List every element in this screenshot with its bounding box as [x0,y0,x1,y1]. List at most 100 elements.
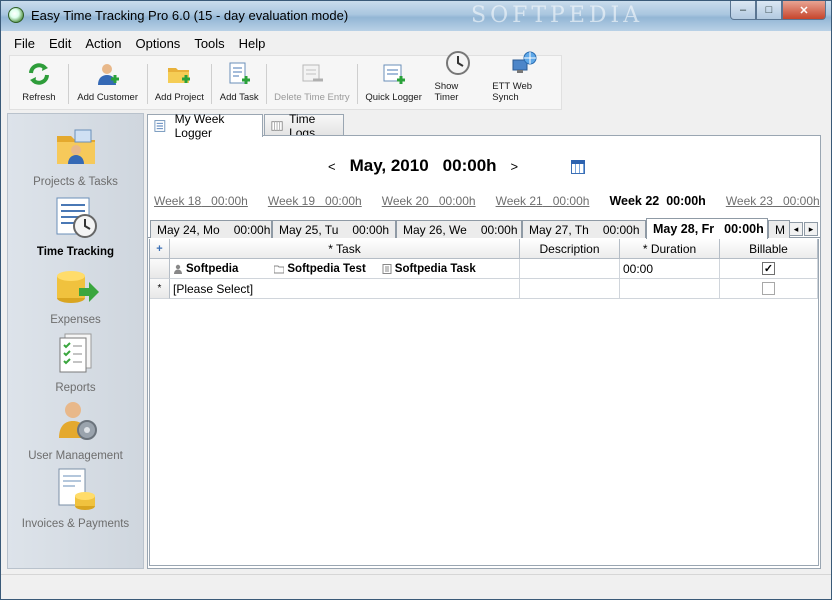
nav-reports[interactable]: Reports [8,330,143,394]
week-link[interactable]: Week 19 00:00h [268,194,362,208]
nav-invoices-payments[interactable]: Invoices & Payments [8,466,143,530]
grid-header: + * Task Description * Duration Billable [150,239,818,259]
nav-user-management[interactable]: User Management [8,398,143,462]
day-tab[interactable]: May 26, We 00:00h [396,220,522,238]
week-link[interactable]: Week 18 00:00h [154,194,248,208]
quick-logger-button[interactable]: Quick Logger [358,56,430,109]
close-button[interactable]: ✕ [782,1,826,20]
duration-cell[interactable]: 00:00 [620,259,720,279]
reports-icon [53,330,99,376]
title-bar[interactable]: Easy Time Tracking Pro 6.0 (15 - day eva… [1,1,831,31]
previous-month-button[interactable]: < [328,159,336,174]
table-row[interactable]: Softpedia Softpedia Test Softpedia Task … [150,259,818,279]
task-select-cell[interactable]: [Please Select] [170,279,520,299]
refresh-button[interactable]: Refresh [10,56,68,109]
app-window: Easy Time Tracking Pro 6.0 (15 - day eva… [0,0,832,600]
column-duration[interactable]: * Duration [620,239,720,259]
minimize-button[interactable]: – [730,1,756,20]
calendar-icon[interactable] [571,160,585,174]
project-value: Softpedia Test [274,263,366,275]
week-link[interactable]: Week 20 00:00h [382,194,476,208]
next-month-button[interactable]: > [511,159,519,174]
window-title: Easy Time Tracking Pro 6.0 (15 - day eva… [31,8,349,23]
nav-invoices-payments-label: Invoices & Payments [21,518,130,530]
column-billable[interactable]: Billable [720,239,818,259]
billable-checkbox-checked[interactable]: ✓ [762,262,775,275]
customer-icon [174,264,182,274]
week-link[interactable]: Week 21 00:00h [496,194,590,208]
billable-checkbox-unchecked[interactable] [762,282,775,295]
add-task-button[interactable]: Add Task [212,56,266,109]
refresh-label: Refresh [22,92,56,103]
tab-my-week-logger[interactable]: My Week Logger [147,112,263,140]
week-logger-icon [154,120,166,132]
scroll-left-button[interactable]: ◂ [789,222,803,236]
menu-bar: File Edit Action Options Tools Help [7,32,827,54]
month-label: May, 2010 [349,156,429,175]
tab-my-week-logger-label: My Week Logger [174,112,225,140]
day-tab[interactable]: M [768,220,790,238]
nav-expenses[interactable]: Expenses [8,262,143,326]
ett-web-synch-button[interactable]: ETT Web Synch [487,51,561,109]
menu-edit[interactable]: Edit [42,36,78,51]
menu-tools[interactable]: Tools [187,36,231,51]
duration-cell[interactable] [620,279,720,299]
grid-corner-icon[interactable]: + [150,239,170,259]
week-logger-panel: < May, 2010 00:00h > Week 18 00:00h Week… [147,135,821,569]
week-link[interactable]: Week 23 00:00h [726,194,820,208]
table-row-new[interactable]: * [Please Select] [150,279,818,299]
nav-time-tracking[interactable]: Time Tracking [8,194,143,258]
expenses-coins-icon [53,262,99,308]
projects-folder-icon [53,124,99,170]
month-total-time: 00:00h [442,156,497,175]
nav-reports-label: Reports [55,382,96,394]
nav-user-management-label: User Management [28,450,123,462]
quick-logger-icon [381,61,407,87]
project-folder-icon [274,265,285,273]
nav-projects-tasks[interactable]: Projects & Tasks [8,124,143,188]
description-cell[interactable] [520,279,620,299]
add-customer-icon [95,61,121,87]
time-logs-icon [271,120,283,131]
day-tab-active[interactable]: May 28, Fr 00:00h [646,218,768,239]
add-project-label: Add Project [154,92,204,103]
ett-web-synch-label: ETT Web Synch [492,81,533,103]
billable-cell[interactable]: ✓ [720,259,818,279]
nav-projects-tasks-label: Projects & Tasks [33,176,118,188]
billable-cell[interactable] [720,279,818,299]
tab-time-logs[interactable]: Time Logs [264,112,344,140]
menu-file[interactable]: File [7,36,42,51]
delete-entry-icon [299,61,325,87]
show-timer-button[interactable]: Show Timer [429,51,487,109]
column-description[interactable]: Description [520,239,620,259]
menu-help[interactable]: Help [232,36,273,51]
menu-options[interactable]: Options [129,36,188,51]
refresh-icon [26,61,52,87]
day-tab[interactable]: May 27, Th 00:00h [522,220,646,238]
add-customer-label: Add Customer [77,92,139,103]
time-tracking-icon [53,194,99,240]
day-tab[interactable]: May 25, Tu 00:00h [272,220,396,238]
task-cell[interactable]: Softpedia Softpedia Test Softpedia Task [170,259,520,279]
week-selector: Week 18 00:00h Week 19 00:00h Week 20 00… [154,194,832,208]
add-project-button[interactable]: Add Project [148,56,212,109]
maximize-button[interactable]: □ [756,1,782,20]
week-link-current[interactable]: Week 22 00:00h [609,194,705,208]
day-tabs: May 24, Mo 00:00h May 25, Tu 00:00h May 26… [148,218,820,239]
menu-action[interactable]: Action [78,36,128,51]
nav-expenses-label: Expenses [50,314,101,326]
row-header[interactable] [150,259,170,279]
scroll-right-button[interactable]: ▸ [804,222,818,236]
column-task[interactable]: * Task [170,239,520,259]
status-bar [1,574,831,599]
nav-time-tracking-label: Time Tracking [36,246,115,258]
task-value: Softpedia Task [382,263,476,275]
new-row-marker[interactable]: * [150,279,170,299]
month-navigator: < May, 2010 00:00h > [328,156,518,176]
delete-time-entry-button[interactable]: Delete Time Entry [267,56,357,109]
task-icon [382,263,392,274]
description-cell[interactable] [520,259,620,279]
add-customer-button[interactable]: Add Customer [69,56,147,109]
day-tab[interactable]: May 24, Mo 00:00h [150,220,272,238]
quick-logger-label: Quick Logger [365,92,422,103]
